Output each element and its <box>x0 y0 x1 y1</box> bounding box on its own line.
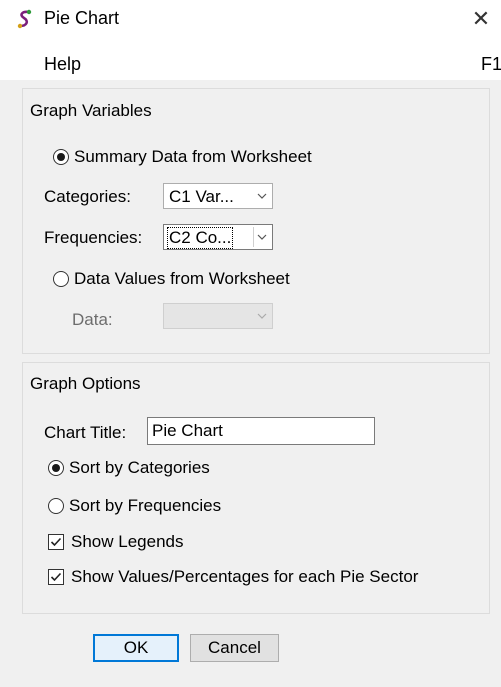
graph-variables-caption: Graph Variables <box>30 101 152 120</box>
ok-button[interactable]: OK <box>93 634 179 662</box>
checkmark-icon <box>50 537 62 547</box>
sort-frequencies-label[interactable]: Sort by Frequencies <box>69 496 221 516</box>
show-values-label[interactable]: Show Values/Percentages for each Pie Sec… <box>71 567 418 587</box>
frequencies-select[interactable]: C2 Co... <box>163 224 273 250</box>
sort-frequencies-radio[interactable] <box>48 498 64 514</box>
chevron-down-icon <box>257 193 267 199</box>
title-bar: Pie Chart ✕ <box>0 0 501 40</box>
chevron-down-icon <box>257 234 267 240</box>
data-label: Data: <box>72 310 113 329</box>
menu-item-help[interactable]: Help <box>44 54 81 75</box>
show-legends-checkbox[interactable] <box>48 534 64 550</box>
app-icon <box>17 9 32 29</box>
data-select[interactable] <box>163 303 273 329</box>
checkmark-icon <box>50 572 62 582</box>
categories-label: Categories: <box>44 187 131 206</box>
frequencies-label: Frequencies: <box>44 228 143 247</box>
cancel-button[interactable]: Cancel <box>190 634 279 662</box>
show-values-checkbox[interactable] <box>48 569 64 585</box>
chart-title-input[interactable] <box>148 418 374 444</box>
categories-value: C1 Var... <box>169 187 234 206</box>
menu-bar: Help F1 <box>0 40 501 80</box>
close-icon[interactable]: ✕ <box>468 6 494 32</box>
chart-title-label: Chart Title: <box>44 423 127 442</box>
data-values-radio[interactable] <box>53 271 69 287</box>
chart-title-field[interactable] <box>147 417 375 445</box>
categories-select[interactable]: C1 Var... <box>163 183 273 209</box>
frequencies-value: C2 Co... <box>167 227 234 249</box>
sort-categories-radio[interactable] <box>48 460 64 476</box>
sort-categories-label[interactable]: Sort by Categories <box>69 458 210 478</box>
window-title: Pie Chart <box>44 8 120 28</box>
summary-data-label[interactable]: Summary Data from Worksheet <box>74 147 312 167</box>
help-shortcut: F1 <box>481 54 501 74</box>
show-legends-label[interactable]: Show Legends <box>71 532 183 552</box>
chevron-down-icon <box>257 313 267 319</box>
data-values-label[interactable]: Data Values from Worksheet <box>74 269 290 289</box>
summary-data-radio[interactable] <box>53 149 69 165</box>
graph-options-caption: Graph Options <box>30 374 141 393</box>
